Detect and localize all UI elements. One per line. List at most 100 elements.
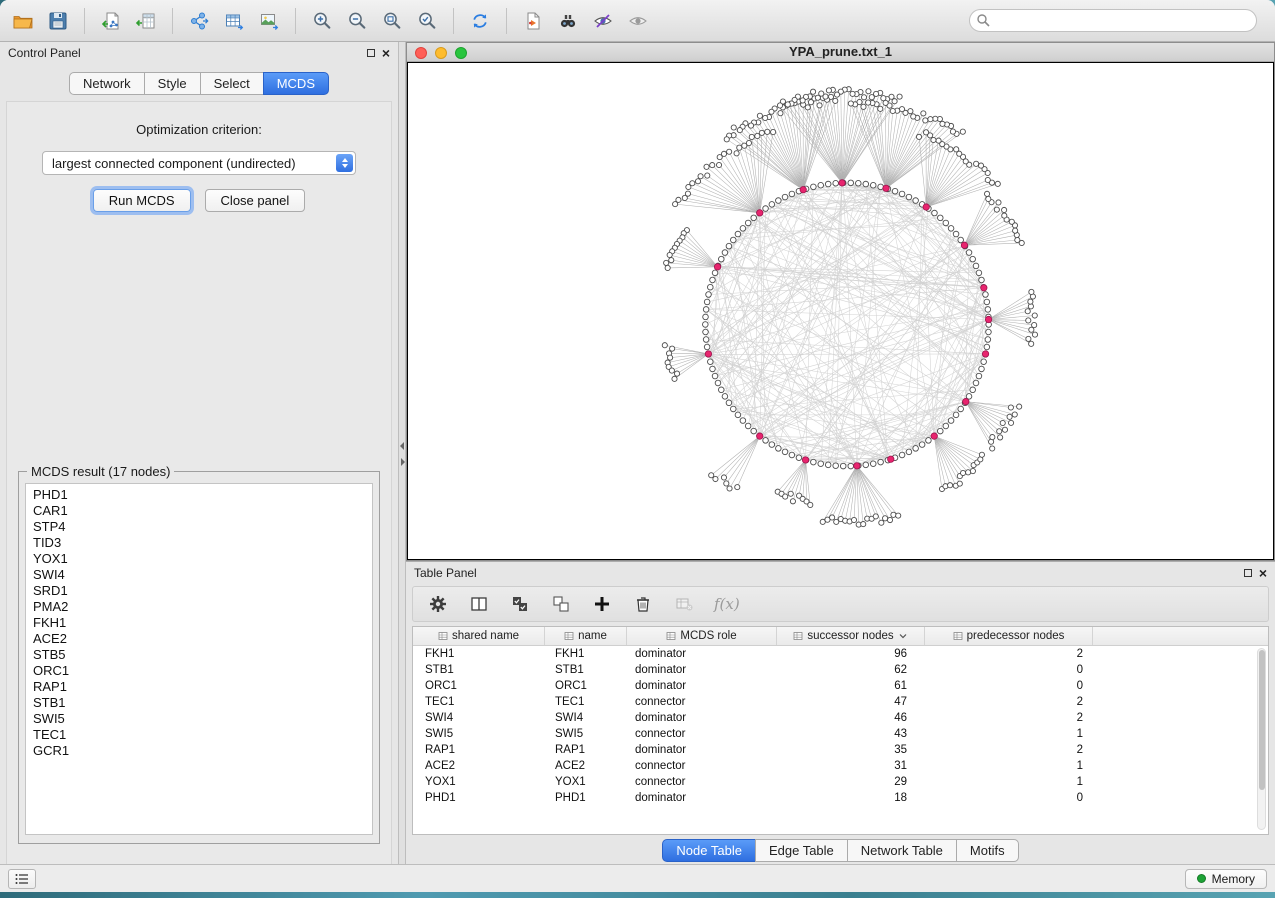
leaf-node[interactable] <box>933 116 938 121</box>
show-button[interactable] <box>625 8 651 34</box>
column-header-shared-name[interactable]: shared name <box>413 627 545 645</box>
network-node[interactable] <box>730 237 736 243</box>
network-node[interactable] <box>870 461 876 467</box>
leaf-node[interactable] <box>721 475 726 480</box>
leaf-node[interactable] <box>947 483 952 488</box>
network-node[interactable] <box>763 206 769 212</box>
dominator-node[interactable] <box>757 433 763 439</box>
column-header-name[interactable]: name <box>545 627 627 645</box>
network-node[interactable] <box>848 180 854 186</box>
leaf-node[interactable] <box>979 452 984 457</box>
column-header-predecessor-nodes[interactable]: predecessor nodes <box>925 627 1093 645</box>
leaf-node[interactable] <box>911 114 916 119</box>
leaf-node[interactable] <box>669 368 674 373</box>
mcds-result-item[interactable]: PHD1 <box>33 487 365 503</box>
leaf-node[interactable] <box>727 486 732 491</box>
network-node[interactable] <box>735 231 741 237</box>
leaf-node[interactable] <box>998 435 1003 440</box>
leaf-node[interactable] <box>1025 309 1030 314</box>
network-node[interactable] <box>706 292 712 298</box>
leaf-node[interactable] <box>986 196 991 201</box>
network-node[interactable] <box>735 412 741 418</box>
leaf-node[interactable] <box>742 143 747 148</box>
network-node[interactable] <box>718 387 724 393</box>
leaf-node[interactable] <box>788 491 793 496</box>
criterion-dropdown[interactable]: largest connected component (undirected) <box>42 151 356 175</box>
leaf-node[interactable] <box>777 103 782 108</box>
leaf-node[interactable] <box>682 195 687 200</box>
panel-splitter[interactable] <box>399 42 406 864</box>
leaf-node[interactable] <box>869 95 874 100</box>
network-node[interactable] <box>776 446 782 452</box>
leaf-node[interactable] <box>1032 322 1037 327</box>
close-panel-icon[interactable]: × <box>382 48 390 58</box>
table-row[interactable]: YOX1YOX1connector291 <box>413 774 1256 790</box>
network-node[interactable] <box>740 226 746 232</box>
leaf-node[interactable] <box>716 162 721 167</box>
network-node[interactable] <box>745 220 751 226</box>
tab-node-table[interactable]: Node Table <box>662 839 755 862</box>
leaf-node[interactable] <box>1007 414 1012 419</box>
table-row[interactable]: TEC1TEC1connector472 <box>413 694 1256 710</box>
zoom-fit-button[interactable] <box>379 8 405 34</box>
leaf-node[interactable] <box>810 89 815 94</box>
leaf-node[interactable] <box>866 100 871 105</box>
leaf-node[interactable] <box>848 101 853 106</box>
network-node[interactable] <box>953 231 959 237</box>
network-node[interactable] <box>870 182 876 188</box>
tab-motifs[interactable]: Motifs <box>956 839 1019 862</box>
leaf-node[interactable] <box>908 109 913 114</box>
leaf-node[interactable] <box>954 147 959 152</box>
network-node[interactable] <box>985 337 991 343</box>
mcds-result-item[interactable]: STB5 <box>33 647 365 663</box>
import-network-button[interactable] <box>98 8 124 34</box>
leaf-node[interactable] <box>826 88 831 93</box>
select-all-button[interactable] <box>509 593 531 615</box>
mcds-result-item[interactable]: SWI5 <box>33 711 365 727</box>
dominator-node[interactable] <box>705 351 711 357</box>
leaf-node[interactable] <box>1015 237 1020 242</box>
network-node[interactable] <box>878 459 884 465</box>
table-row[interactable]: RAP1RAP1dominator352 <box>413 742 1256 758</box>
leaf-node[interactable] <box>763 115 768 120</box>
network-window-titlebar[interactable]: YPA_prune.txt_1 <box>407 43 1274 62</box>
leaf-node[interactable] <box>1028 299 1033 304</box>
leaf-node[interactable] <box>960 470 965 475</box>
network-node[interactable] <box>906 449 912 455</box>
network-node[interactable] <box>943 220 949 226</box>
mcds-result-item[interactable]: GCR1 <box>33 743 365 759</box>
leaf-node[interactable] <box>834 92 839 97</box>
leaf-node[interactable] <box>749 134 754 139</box>
leaf-node[interactable] <box>995 181 1000 186</box>
network-node[interactable] <box>726 243 732 249</box>
leaf-node[interactable] <box>724 481 729 486</box>
network-node[interactable] <box>811 459 817 465</box>
network-node[interactable] <box>948 226 954 232</box>
network-node[interactable] <box>899 452 905 458</box>
network-node[interactable] <box>796 455 802 461</box>
network-node[interactable] <box>948 418 954 424</box>
network-node[interactable] <box>973 263 979 269</box>
leaf-node[interactable] <box>735 485 740 490</box>
network-node[interactable] <box>833 463 839 469</box>
mcds-result-item[interactable]: STB1 <box>33 695 365 711</box>
network-node[interactable] <box>986 329 992 335</box>
dominator-node[interactable] <box>800 187 806 193</box>
network-node[interactable] <box>855 180 861 186</box>
leaf-node[interactable] <box>990 435 995 440</box>
network-canvas[interactable] <box>407 62 1274 560</box>
leaf-node[interactable] <box>833 98 838 103</box>
leaf-node[interactable] <box>717 155 722 160</box>
run-mcds-button[interactable]: Run MCDS <box>93 189 191 212</box>
network-node[interactable] <box>825 462 831 468</box>
network-node[interactable] <box>818 461 824 467</box>
network-node[interactable] <box>840 463 846 469</box>
close-window-icon[interactable] <box>415 47 427 59</box>
mcds-result-item[interactable]: CAR1 <box>33 503 365 519</box>
leaf-node[interactable] <box>1009 219 1014 224</box>
table-scrollbar[interactable] <box>1257 648 1266 830</box>
delete-column-button[interactable] <box>632 593 654 615</box>
dominator-node[interactable] <box>931 433 937 439</box>
network-node[interactable] <box>833 180 839 186</box>
mcds-result-item[interactable]: ACE2 <box>33 631 365 647</box>
